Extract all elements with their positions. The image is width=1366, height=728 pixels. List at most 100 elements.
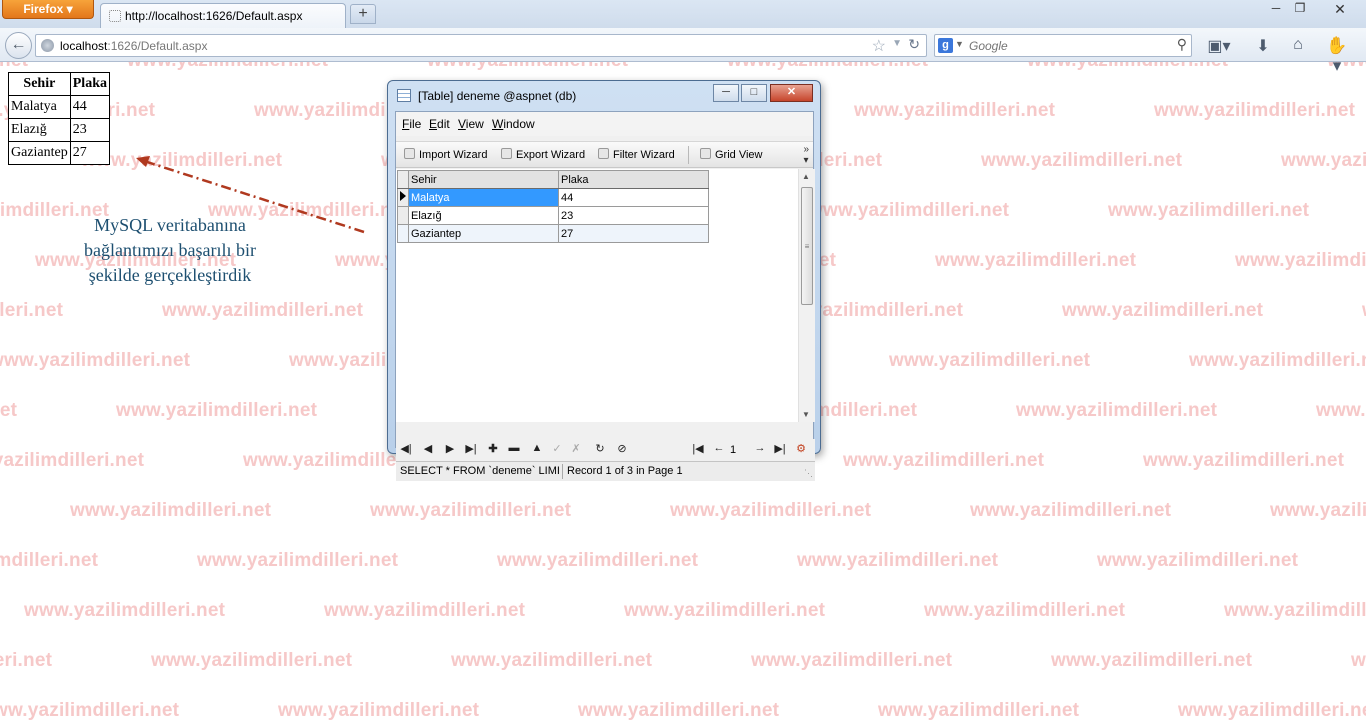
table-header-row: Sehir Plaka: [8, 72, 110, 96]
watermark-text: www.yazilimdilleri.net: [0, 550, 99, 571]
last-record-icon[interactable]: ▶|: [463, 442, 479, 455]
grid-row[interactable]: Malatya 44: [397, 188, 709, 207]
grid-row[interactable]: Gaziantep 27: [397, 224, 709, 243]
last-page-icon[interactable]: ▶|: [772, 442, 788, 455]
reload-icon[interactable]: ↻: [908, 36, 920, 53]
menu-window[interactable]: Window: [492, 117, 535, 131]
watermark-text: www.yazilimdilleri.net: [1362, 300, 1366, 322]
watermark-row: www.yazilimdilleri.net www.yazilimdilleri…: [0, 600, 1366, 622]
menu-file[interactable]: File: [402, 117, 421, 131]
watermark-text: www.yazilimdilleri.net: [70, 500, 272, 521]
cancel-edit-icon[interactable]: ✗: [568, 442, 584, 455]
grid-cell[interactable]: Malatya: [408, 188, 559, 207]
settings-icon[interactable]: ⚙: [793, 442, 809, 455]
table-cell: Elazığ: [8, 118, 71, 142]
menu-bar: File Edit View Window: [396, 112, 813, 136]
toolbar-overflow-icon[interactable]: » ▾: [803, 144, 809, 166]
watermark-text: www.yazilimdilleri.net: [0, 400, 18, 421]
search-bar[interactable]: g ▼ ⚲: [934, 34, 1192, 57]
grid-header-row: Sehir Plaka: [397, 170, 709, 189]
grid-column-sehir[interactable]: Sehir: [408, 170, 559, 189]
google-icon[interactable]: g: [938, 38, 953, 53]
grid-cell[interactable]: Elazığ: [408, 206, 559, 225]
bookmark-star-icon[interactable]: ☆: [872, 36, 886, 56]
window-close-icon[interactable]: ✕: [770, 84, 813, 102]
grid-row[interactable]: Elazığ 23: [397, 206, 709, 225]
toolbar-divider: [688, 146, 689, 164]
apply-icon[interactable]: ✓: [549, 442, 565, 455]
close-icon[interactable]: ✕: [1330, 1, 1350, 18]
tab-title: http://localhost:1626/Default.aspx: [125, 9, 303, 23]
window-title: [Table] deneme @aspnet (db): [418, 89, 577, 103]
grid-cell[interactable]: 44: [558, 188, 709, 207]
resize-grip-icon[interactable]: ⋱: [804, 468, 813, 479]
stop-icon[interactable]: ⊘: [614, 442, 630, 455]
scroll-up-icon[interactable]: ▲: [802, 172, 810, 181]
watermark-text: www.yazilimdilleri.net: [324, 600, 526, 621]
column-header-sehir: Sehir: [8, 72, 71, 96]
prev-record-icon[interactable]: ◀: [420, 442, 436, 455]
watermark-text: www.yazilimdilleri.net: [0, 350, 191, 371]
add-record-icon[interactable]: ✚: [485, 442, 501, 455]
watermark-text: www.yazilimdilleri.net: [0, 700, 180, 721]
back-arrow-icon[interactable]: ←: [5, 32, 32, 59]
next-record-icon[interactable]: ▶: [442, 442, 458, 455]
watermark-text: www.yazilimdilleri.net: [1316, 400, 1366, 421]
menu-view[interactable]: View: [458, 117, 484, 131]
url-dropdown-icon[interactable]: ▼: [892, 38, 902, 49]
export-wizard-button[interactable]: Export Wizard: [501, 148, 585, 161]
address-text: localhost:1626/Default.aspx: [60, 39, 208, 53]
filter-wizard-button[interactable]: Filter Wizard: [598, 148, 675, 161]
watermark-text: www.yazilimdilleri.net: [935, 250, 1137, 271]
refresh-icon[interactable]: ↻: [592, 442, 608, 455]
record-navigator: ◀| ◀ ▶ ▶| ✚ ▬ ▲ ✓ ✗ ↻ ⊘ |◀ ← → ▶| ⚙: [396, 439, 815, 461]
filter-icon: [598, 148, 609, 159]
watermark-row: www.yazilimdilleri.netwww.yazilimdilleri…: [0, 500, 1366, 522]
table-cell: 44: [69, 95, 110, 119]
grid-view-button[interactable]: Grid View: [700, 148, 762, 161]
vertical-scrollbar[interactable]: ▲ ≡ ▼: [798, 169, 815, 422]
row-header: [397, 224, 409, 243]
watermark-text: www.yazilimdilleri.net: [1351, 650, 1366, 671]
grid-cell[interactable]: 23: [558, 206, 709, 225]
watermark-text: www.yazilimdilleri.net: [808, 200, 1010, 221]
scroll-thumb[interactable]: ≡: [801, 187, 813, 305]
watermark-text: www.yazilimdilleri.net: [924, 600, 1126, 621]
magnifier-icon[interactable]: ⚲: [1177, 36, 1187, 53]
firefox-menu-button[interactable]: Firefox ▾: [2, 0, 94, 19]
home-icon[interactable]: ⌂: [1285, 36, 1311, 54]
menu-edit[interactable]: Edit: [429, 117, 450, 131]
browser-tab[interactable]: http://localhost:1626/Default.aspx: [100, 3, 346, 28]
table-icon: [397, 89, 411, 102]
addon-icon[interactable]: ✋▾: [1324, 36, 1350, 76]
globe-icon: [41, 39, 54, 52]
delete-record-icon[interactable]: ▬: [506, 442, 522, 454]
watermark-text: www.yazilimdilleri.net: [1154, 100, 1356, 121]
maximize-icon[interactable]: ❐: [1290, 1, 1310, 15]
bookmarks-icon[interactable]: ▣▾: [1206, 36, 1232, 56]
minimize-icon[interactable]: ─: [1266, 1, 1286, 15]
first-page-icon[interactable]: |◀: [690, 442, 706, 455]
next-page-icon[interactable]: →: [752, 442, 768, 454]
edit-record-icon[interactable]: ▲: [529, 442, 545, 454]
address-bar[interactable]: localhost:1626/Default.aspx ☆ ▼ ↻: [35, 34, 927, 57]
watermark-text: www.yazilimdilleri.net: [854, 100, 1056, 121]
downloads-icon[interactable]: ⬇: [1250, 36, 1276, 56]
import-wizard-button[interactable]: Import Wizard: [404, 148, 487, 161]
watermark-text: www.yazilimdilleri.net: [1097, 550, 1299, 571]
grid-cell[interactable]: Gaziantep: [408, 224, 559, 243]
grid-cell[interactable]: 27: [558, 224, 709, 243]
watermark-text: www.yazilimdilleri.net: [578, 700, 780, 721]
scroll-down-icon[interactable]: ▼: [802, 410, 810, 419]
window-maximize-icon[interactable]: □: [741, 84, 767, 102]
city-table: Sehir Plaka Malatya 44 Elazığ 23 Gaziant…: [8, 72, 110, 165]
window-minimize-icon[interactable]: ─: [713, 84, 739, 102]
annotation-line: şekilde gerçekleştirdik: [88, 265, 252, 285]
grid-column-plaka[interactable]: Plaka: [558, 170, 709, 189]
search-input[interactable]: [969, 37, 1169, 54]
prev-page-icon[interactable]: ←: [711, 442, 727, 454]
first-record-icon[interactable]: ◀|: [398, 442, 414, 455]
search-engine-dropdown-icon[interactable]: ▼: [955, 39, 964, 49]
new-tab-button[interactable]: +: [350, 4, 376, 24]
annotation-line: bağlantımızı başarılı bir: [84, 240, 256, 260]
